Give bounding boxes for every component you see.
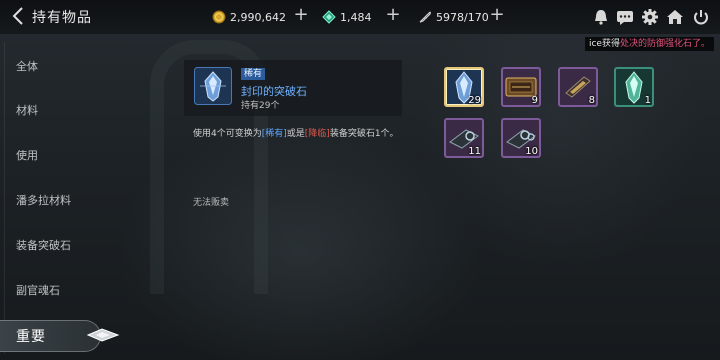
- gem-counter: 1,484: [322, 8, 372, 26]
- desc-legend-tag: [降临]: [304, 129, 330, 139]
- item-description: 使用4个可变换为[稀有]或是[降临]装备突破石1个。: [193, 127, 403, 141]
- item-count: 10: [525, 146, 538, 157]
- feather-icon: [419, 11, 431, 23]
- gold-coin-icon: [212, 10, 226, 24]
- power-icon[interactable]: [692, 8, 710, 26]
- gold-value: 2,990,642: [230, 10, 286, 24]
- system-notice: ice获得处决的防御强化石了。: [584, 37, 714, 51]
- capacity-value: 5978/170: [436, 10, 489, 24]
- category-important-label: 重要: [16, 329, 46, 345]
- gold-add-button[interactable]: +: [293, 6, 309, 25]
- home-icon[interactable]: [666, 8, 684, 26]
- arrow-right-icon: [86, 328, 120, 342]
- category-sidebar: 全体 材料 使用 潘多拉材料 装备突破石 副官魂石 重要: [0, 34, 120, 360]
- desc-part-1: 使用4个可变换为: [193, 129, 262, 139]
- item-count: 11: [468, 146, 481, 157]
- gem-value: 1,484: [340, 10, 372, 24]
- bell-icon[interactable]: [592, 8, 610, 26]
- notice-prefix: ice获得: [588, 39, 620, 49]
- rarity-badge: 稀有: [241, 68, 266, 80]
- sidebar-divider: [4, 42, 5, 354]
- category-important[interactable]: 重要: [0, 320, 120, 352]
- capacity-add-button[interactable]: +: [489, 6, 505, 25]
- category-pandora-materials[interactable]: 潘多拉材料: [16, 192, 71, 208]
- item-slot[interactable]: 10: [501, 118, 541, 158]
- gear-icon[interactable]: [641, 8, 659, 26]
- sealed-breakthrough-stone-icon: [194, 67, 232, 105]
- category-all[interactable]: 全体: [16, 58, 38, 74]
- category-use[interactable]: 使用: [16, 147, 38, 163]
- item-slot[interactable]: 9: [501, 67, 541, 107]
- gem-add-button[interactable]: +: [385, 6, 401, 25]
- category-equipment-breakthrough[interactable]: 装备突破石: [16, 237, 71, 253]
- item-name: 封印的突破石: [241, 85, 307, 98]
- item-count: 29: [468, 95, 481, 106]
- desc-part-3: 装备突破石1个。: [329, 129, 399, 139]
- chat-icon[interactable]: [616, 8, 634, 26]
- not-sellable-label: 无法贩卖: [193, 198, 230, 208]
- item-slot[interactable]: 11: [444, 118, 484, 158]
- chevron-left-icon: [12, 7, 23, 25]
- desc-rare-tag: [稀有]: [261, 129, 287, 139]
- back-button[interactable]: [10, 6, 28, 26]
- item-slot[interactable]: 8: [558, 67, 598, 107]
- top-bar: 持有物品 2,990,642 + 1,484 + 5978/170 +: [0, 0, 720, 34]
- item-slot[interactable]: 1: [614, 67, 654, 107]
- green-gem-icon: [322, 10, 336, 24]
- page-title: 持有物品: [32, 10, 92, 26]
- item-count: 8: [588, 95, 595, 106]
- gold-counter: 2,990,642: [212, 8, 286, 26]
- item-slot[interactable]: 29: [444, 67, 484, 107]
- capacity-counter: 5978/170: [418, 8, 489, 26]
- desc-part-2: 或是: [286, 129, 305, 139]
- category-materials[interactable]: 材料: [16, 102, 38, 118]
- category-adjutant-soulstone[interactable]: 副官魂石: [16, 282, 60, 298]
- item-detail-card: 稀有 封印的突破石 持有29个: [184, 60, 402, 116]
- item-count: 1: [644, 95, 651, 106]
- owned-count: 持有29个: [241, 101, 280, 111]
- item-count: 9: [531, 95, 538, 106]
- notice-highlight: 处决的防御强化石了。: [619, 39, 710, 49]
